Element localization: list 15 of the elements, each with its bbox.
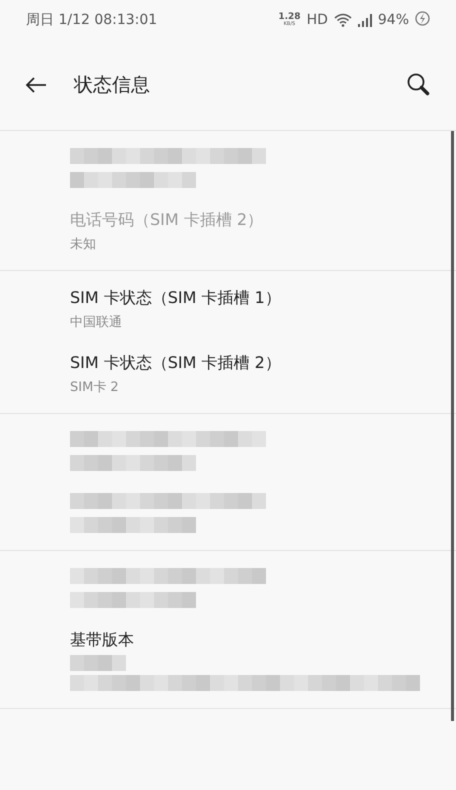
setting-value: 中国联通 bbox=[70, 314, 122, 331]
network-speed: 1.28 bbox=[278, 13, 301, 22]
wifi-icon bbox=[334, 13, 352, 27]
setting-title: SIM 卡状态（SIM 卡插槽 2） bbox=[70, 353, 281, 374]
setting-title: 电话号码（SIM 卡插槽 2） bbox=[70, 210, 264, 231]
setting-title: 基带版本 bbox=[70, 630, 134, 651]
setting-title: SIM 卡状态（SIM 卡插槽 1） bbox=[70, 288, 281, 309]
page-title: 状态信息 bbox=[74, 73, 151, 98]
signal-icon bbox=[358, 14, 372, 26]
network-type: HD bbox=[306, 12, 328, 28]
status-time: 周日 1/12 08:13:01 bbox=[26, 11, 158, 29]
battery-percent: 94% bbox=[378, 12, 409, 28]
setting-value: SIM卡 2 bbox=[70, 379, 119, 396]
setting-value: 未知 bbox=[70, 236, 96, 253]
redacted-text-drawing bbox=[70, 655, 126, 671]
